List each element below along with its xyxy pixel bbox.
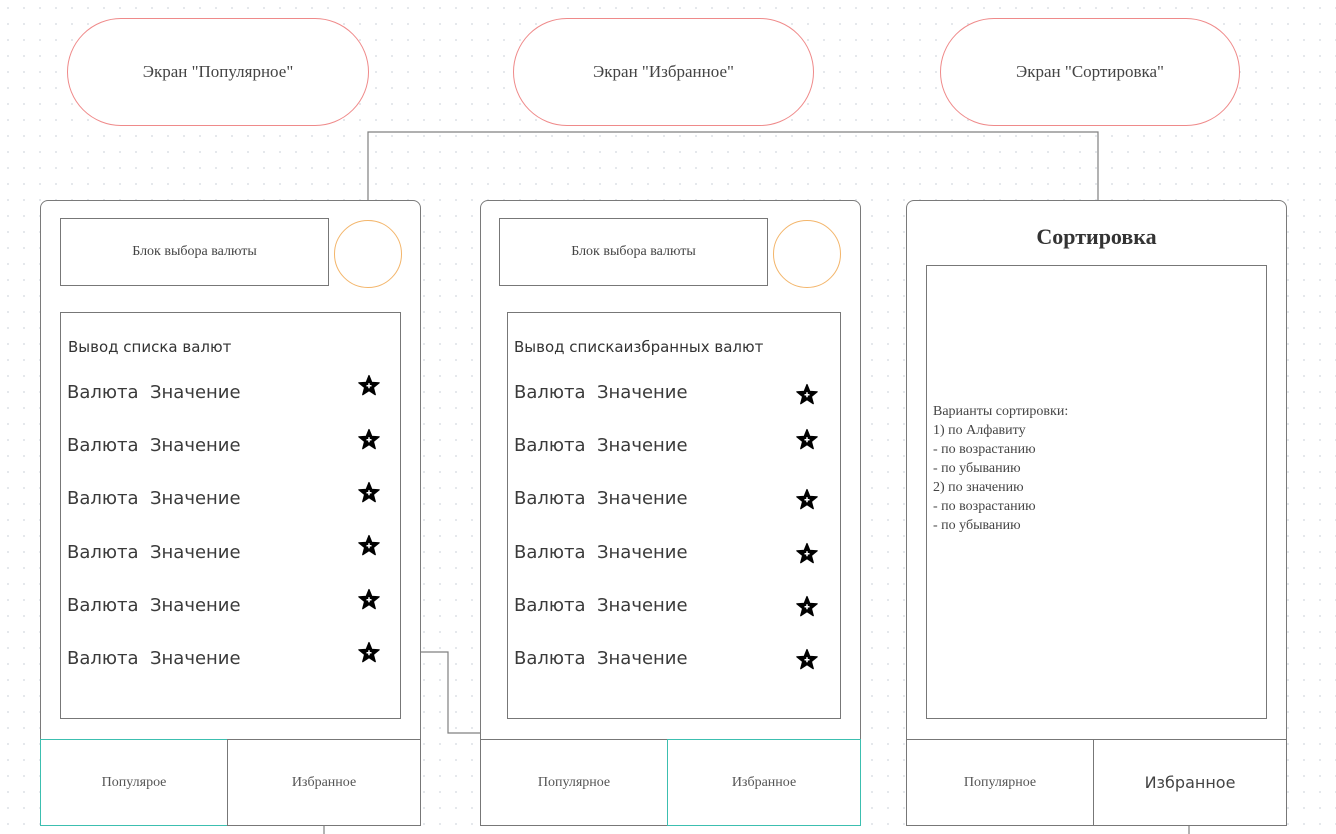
list-item-text: Валюта Значение bbox=[67, 542, 241, 563]
list-item-text: Валюта Значение bbox=[67, 595, 241, 616]
screen-heading-sorting: Экран "Сортировка" bbox=[940, 18, 1240, 126]
sort-title: Сортировка bbox=[1036, 224, 1157, 249]
star-icon[interactable] bbox=[357, 481, 381, 505]
avatar[interactable] bbox=[334, 220, 402, 288]
star-icon[interactable] bbox=[357, 374, 381, 398]
list-item-text: Валюта Значение bbox=[514, 382, 688, 403]
list-title: Вывод спискаизбранных валют bbox=[514, 338, 764, 356]
star-icon[interactable] bbox=[795, 542, 819, 566]
list-item-text: Валюта Значение bbox=[514, 488, 688, 509]
screen-heading-popular: Экран "Популярное" bbox=[67, 18, 369, 126]
list-item-text: Валюта Значение bbox=[67, 488, 241, 509]
tab-popular[interactable]: Популярное bbox=[480, 739, 668, 826]
star-icon[interactable] bbox=[795, 488, 819, 512]
star-icon[interactable] bbox=[357, 641, 381, 665]
list-item-text: Валюта Значение bbox=[67, 648, 241, 669]
list-item-text: Валюта Значение bbox=[514, 595, 688, 616]
star-icon[interactable] bbox=[795, 428, 819, 452]
star-icon[interactable] bbox=[357, 588, 381, 612]
star-icon[interactable] bbox=[795, 383, 819, 407]
avatar[interactable] bbox=[773, 220, 841, 288]
tab-favorites[interactable]: Избранное bbox=[667, 739, 861, 826]
list-item-text: Валюта Значение bbox=[67, 382, 241, 403]
star-icon[interactable] bbox=[795, 595, 819, 619]
star-icon[interactable] bbox=[357, 534, 381, 558]
star-icon[interactable] bbox=[357, 428, 381, 452]
list-item-text: Валюта Значение bbox=[514, 435, 688, 456]
currency-selector[interactable]: Блок выбора валюты bbox=[60, 218, 329, 286]
currency-selector[interactable]: Блок выбора валюты bbox=[499, 218, 768, 286]
screen-heading-favorites: Экран "Избранное" bbox=[513, 18, 814, 126]
tab-favorites[interactable]: Избранное bbox=[1093, 739, 1287, 826]
sort-options-text: Варианты сортировки: 1) по Алфавиту - по… bbox=[933, 404, 1069, 533]
list-title: Вывод списка валют bbox=[68, 338, 232, 356]
list-item-text: Валюта Значение bbox=[514, 648, 688, 669]
tab-favorites[interactable]: Избранное bbox=[227, 739, 421, 826]
tab-popular[interactable]: Популяроe bbox=[40, 739, 228, 826]
list-item-text: Валюта Значение bbox=[514, 542, 688, 563]
tab-popular[interactable]: Популярное bbox=[906, 739, 1094, 826]
star-icon[interactable] bbox=[795, 648, 819, 672]
list-item-text: Валюта Значение bbox=[67, 435, 241, 456]
